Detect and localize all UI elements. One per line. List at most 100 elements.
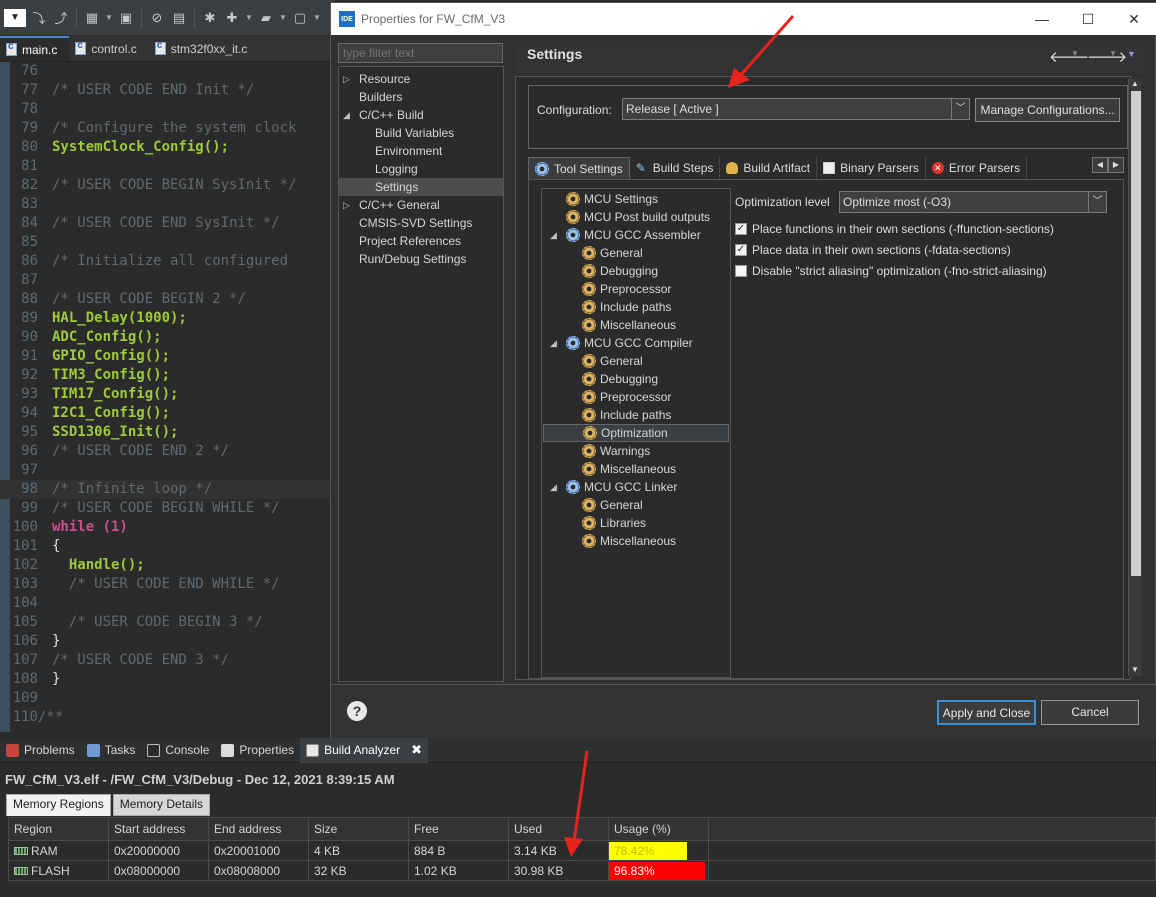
code-line[interactable]: 94 I2C1_Config();	[0, 404, 335, 423]
code-line[interactable]: 76	[0, 62, 335, 81]
code-line[interactable]: 105 /* USER CODE BEGIN 3 */	[0, 613, 335, 632]
checkbox-checked-icon[interactable]: ✓	[735, 244, 747, 256]
tree-item-mcu-gcc-compiler[interactable]: ◢ MCU GCC Compiler	[550, 334, 693, 352]
tree-item-mcu-gcc-linker[interactable]: ◢ MCU GCC Linker	[550, 478, 677, 496]
save-icon[interactable]: ▣	[117, 9, 135, 27]
checkbox-checked-icon[interactable]: ✓	[735, 223, 747, 235]
terminate-icon[interactable]: ▤	[170, 9, 188, 27]
tree-item-libraries[interactable]: Libraries	[582, 514, 646, 532]
back-dropdown-icon[interactable]: ▼	[1071, 49, 1079, 58]
table-row[interactable]: RAM 0x20000000 0x20001000 4 KB 884 B 3.1…	[8, 840, 1156, 861]
tab-main-c[interactable]: main.c	[0, 36, 70, 61]
close-icon[interactable]: ✕	[1111, 3, 1156, 35]
tree-item-warnings[interactable]: Warnings	[582, 442, 650, 460]
nav-item-cmsis-svd[interactable]: CMSIS-SVD Settings	[339, 214, 503, 232]
collapse-arrow-icon[interactable]: ◢	[343, 106, 350, 124]
code-line[interactable]: 85	[0, 233, 335, 252]
code-line[interactable]: 110/**	[0, 708, 335, 727]
code-line[interactable]: 93 TIM17_Config();	[0, 385, 335, 404]
nav-item-resource[interactable]: ▷ Resource	[339, 70, 503, 88]
tree-item-include-paths[interactable]: Include paths	[582, 298, 671, 316]
tree-item-general[interactable]: General	[582, 496, 643, 514]
code-line[interactable]: 77 /* USER CODE END Init */	[0, 81, 335, 100]
optimization-level-select[interactable]: Optimize most (-O3) ﹀	[839, 191, 1107, 213]
next-annotation-icon[interactable]: ⤵	[30, 9, 48, 27]
maximize-icon[interactable]: ☐	[1065, 3, 1111, 35]
cancel-button[interactable]: Cancel	[1041, 700, 1139, 725]
tree-item-general[interactable]: General	[582, 352, 643, 370]
code-line[interactable]: 83	[0, 195, 335, 214]
nav-item-cpp-build[interactable]: ◢ C/C++ Build	[339, 106, 503, 124]
menu-dropdown-icon[interactable]: ▼	[4, 8, 26, 27]
nav-item-build-variables[interactable]: Build Variables	[339, 124, 503, 142]
option-function-sections[interactable]: ✓ Place functions in their own sections …	[735, 220, 1054, 238]
tree-item-miscellaneous[interactable]: Miscellaneous	[582, 316, 676, 334]
collapse-arrow-icon[interactable]: ◢	[550, 478, 557, 496]
tree-item-debugging[interactable]: Debugging	[582, 262, 658, 280]
tree-item-preprocessor[interactable]: Preprocessor	[582, 280, 671, 298]
code-line[interactable]: 82 /* USER CODE BEGIN SysInit */	[0, 176, 335, 195]
open-folder-icon[interactable]: ▰	[257, 9, 275, 27]
nav-item-project-references[interactable]: Project References	[339, 232, 503, 250]
forward-dropdown-icon[interactable]: ▼	[1109, 49, 1117, 58]
filter-input[interactable]	[338, 43, 503, 63]
code-line[interactable]: 84 /* USER CODE END SysInit */	[0, 214, 335, 233]
tab-memory-details[interactable]: Memory Details	[112, 794, 211, 816]
dialog-titlebar[interactable]: IDE Properties for FW_CfM_V3 — ☐ ✕	[331, 3, 1156, 35]
back-arrow-icon[interactable]: 🡐	[1049, 47, 1089, 66]
tree-item-general[interactable]: General	[582, 244, 643, 262]
build-dropdown-icon[interactable]: ▼	[105, 13, 113, 22]
code-line[interactable]: 106}	[0, 632, 335, 651]
code-line[interactable]: 87	[0, 271, 335, 290]
prev-annotation-icon[interactable]: ⤴	[52, 9, 70, 27]
tab-error-parsers[interactable]: ✕ Error Parsers	[926, 157, 1028, 179]
nav-item-run-debug[interactable]: Run/Debug Settings	[339, 250, 503, 268]
tree-item-mcu-settings[interactable]: MCU Settings	[566, 190, 658, 208]
column-header[interactable]: Start address	[108, 817, 209, 841]
code-line[interactable]: 108}	[0, 670, 335, 689]
tab-binary-parsers[interactable]: Binary Parsers	[817, 157, 926, 179]
open-dropdown-icon[interactable]: ▼	[279, 13, 287, 22]
chevron-down-icon[interactable]: ﹀	[1088, 192, 1106, 212]
code-line[interactable]: 97	[0, 461, 335, 480]
code-editor[interactable]: 76 77 /* USER CODE END Init */ 78 79 /* Confi…	[0, 62, 335, 732]
tree-item-preprocessor[interactable]: Preprocessor	[582, 388, 671, 406]
scroll-left-icon[interactable]: ◀	[1092, 157, 1108, 173]
nav-item-settings[interactable]: Settings	[339, 178, 503, 196]
scroll-down-icon[interactable]: ▼	[1131, 665, 1139, 674]
settings-scrollbar[interactable]: ▲ ▼	[1128, 79, 1142, 676]
tab-stm32f0xx-it-c[interactable]: stm32f0xx_it.c	[149, 36, 260, 61]
tree-item-optimization[interactable]: Optimization	[543, 424, 729, 442]
code-line[interactable]: 107 /* USER CODE END 3 */	[0, 651, 335, 670]
table-row[interactable]: FLASH 0x08000000 0x08008000 32 KB 1.02 K…	[8, 860, 1156, 881]
forward-arrow-icon[interactable]: 🡒	[1087, 47, 1127, 66]
debug-icon[interactable]: ✱	[201, 9, 219, 27]
code-line[interactable]: 104	[0, 594, 335, 613]
code-line[interactable]: 95 SSD1306_Init();	[0, 423, 335, 442]
tree-item-include-paths[interactable]: Include paths	[582, 406, 671, 424]
scrollbar-thumb[interactable]	[1131, 91, 1141, 576]
code-line[interactable]: 101 {	[0, 537, 335, 556]
new-dropdown-icon[interactable]: ▼	[245, 13, 253, 22]
option-no-strict-aliasing[interactable]: Disable "strict aliasing" optimization (…	[735, 262, 1047, 280]
chevron-down-icon[interactable]: ﹀	[951, 99, 969, 119]
code-line[interactable]: 89 HAL_Delay(1000);	[0, 309, 335, 328]
tab-control-c[interactable]: control.c	[69, 36, 148, 61]
code-line[interactable]: 109	[0, 689, 335, 708]
column-header[interactable]: Free	[408, 817, 509, 841]
tree-item-mcu-post-build-outputs[interactable]: MCU Post build outputs	[566, 208, 710, 226]
tab-tool-settings[interactable]: Tool Settings	[528, 157, 630, 179]
new-wizard-icon[interactable]: ✚	[223, 9, 241, 27]
view-menu-icon[interactable]: ▼	[1127, 49, 1136, 59]
tab-console[interactable]: Console	[141, 738, 215, 763]
collapse-arrow-icon[interactable]: ◢	[550, 226, 557, 244]
tree-item-miscellaneous[interactable]: Miscellaneous	[582, 460, 676, 478]
minimize-icon[interactable]: —	[1019, 3, 1065, 35]
code-line[interactable]: 79 /* Configure the system clock	[0, 119, 335, 138]
configuration-select[interactable]: Release [ Active ] ﹀	[622, 98, 970, 120]
collapse-arrow-icon[interactable]: ◢	[550, 334, 557, 352]
tab-tasks[interactable]: Tasks	[81, 738, 142, 763]
checkbox-unchecked-icon[interactable]	[735, 265, 747, 277]
tab-memory-regions[interactable]: Memory Regions	[6, 794, 111, 816]
code-line[interactable]: 81	[0, 157, 335, 176]
